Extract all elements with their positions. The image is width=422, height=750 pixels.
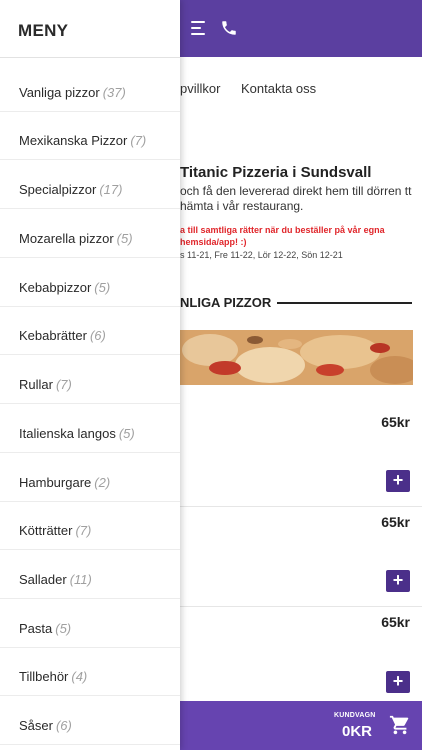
restaurant-title: Titanic Pizzeria i Sundsvall xyxy=(180,164,372,181)
menu-item-specialpizzor[interactable]: Specialpizzor (17) xyxy=(0,160,180,209)
add-to-cart-button[interactable]: + xyxy=(386,570,410,592)
menu-item-label: Kötträtter xyxy=(19,523,73,538)
menu-item-kottratter[interactable]: Kötträtter (7) xyxy=(0,501,180,550)
restaurant-description: och få den levererad direkt hem till dör… xyxy=(180,184,412,213)
menu-item-label: Rullar xyxy=(19,377,53,392)
menu-item-count: (5) xyxy=(118,426,135,441)
category-divider xyxy=(277,302,412,304)
menu-item-label: Italienska langos xyxy=(19,426,116,441)
menu-item-saser[interactable]: Såser (6) xyxy=(0,696,180,745)
drawer-header: MENY xyxy=(0,0,180,58)
menu-item-count: (4) xyxy=(71,669,88,684)
add-to-cart-button[interactable]: + xyxy=(386,470,410,492)
cart-total: 0KR xyxy=(342,723,373,740)
cart-label: KUNDVAGN xyxy=(334,712,376,719)
menu-item-label: Sallader xyxy=(19,572,67,587)
menu-item-label: Mexikanska Pizzor xyxy=(19,133,128,148)
menu-item-hamburgare[interactable]: Hamburgare (2) xyxy=(0,453,180,502)
menu-item-label: Pasta xyxy=(19,621,53,636)
menu-item-count: (37) xyxy=(102,85,126,100)
add-to-cart-button[interactable]: + xyxy=(386,671,410,693)
menu-item-label: Specialpizzor xyxy=(19,182,97,197)
menu-item-label: Vanliga pizzor xyxy=(19,85,100,100)
menu-item-label: Mozarella pizzor xyxy=(19,231,114,246)
menu-item-label: Kebabpizzor xyxy=(19,280,92,295)
drawer-title: MENY xyxy=(18,21,69,40)
menu-item-kebabratter[interactable]: Kebabrätter (6) xyxy=(0,306,180,355)
category-heading: NLIGA PIZZOR xyxy=(180,295,272,310)
menu-item-kebabpizzor[interactable]: Kebabpizzor (5) xyxy=(0,258,180,307)
menu-item-tillbehor[interactable]: Tillbehör (4) xyxy=(0,647,180,696)
menu-item-count: (5) xyxy=(94,280,111,295)
menu-item-label: Såser xyxy=(19,718,53,733)
pizza-image xyxy=(180,330,413,385)
product-divider xyxy=(180,506,422,507)
category-drawer: MENY Vanliga pizzor (37) Mexikanska Pizzo… xyxy=(0,0,180,750)
menu-item-label: Hamburgare xyxy=(19,475,92,490)
menu-item-count: (11) xyxy=(69,572,92,587)
menu-item-count: (7) xyxy=(55,377,72,392)
menu-item-pasta[interactable]: Pasta (5) xyxy=(0,599,180,648)
promo-text: a till samtliga rätter när du beställer … xyxy=(180,225,385,247)
menu-item-count: (7) xyxy=(130,133,147,148)
menu-item-count: (6) xyxy=(55,718,72,733)
menu-item-mexikanska-pizzor[interactable]: Mexikanska Pizzor (7) xyxy=(0,111,180,160)
menu-item-count: (6) xyxy=(89,328,106,343)
nav-terms-link[interactable]: pvillkor xyxy=(180,81,220,96)
menu-item-label: Tillbehör xyxy=(19,669,69,684)
menu-item-count: (2) xyxy=(94,475,111,490)
menu-item-count: (5) xyxy=(116,231,133,246)
cart-icon[interactable] xyxy=(388,714,412,736)
menu-item-count: (17) xyxy=(99,182,123,197)
menu-item-italienska-langos[interactable]: Italienska langos (5) xyxy=(0,404,180,453)
menu-item-label: Kebabrätter xyxy=(19,328,87,343)
menu-item-rullar[interactable]: Rullar (7) xyxy=(0,355,180,404)
menu-item-vanliga-pizzor[interactable]: Vanliga pizzor (37) xyxy=(0,63,180,112)
menu-item-count: (5) xyxy=(55,621,72,636)
opening-hours: s 11-21, Fre 11-22, Lör 12-22, Sön 12-21 xyxy=(180,250,343,260)
menu-item-mozarella-pizzor[interactable]: Mozarella pizzor (5) xyxy=(0,209,180,258)
menu-item-sallader[interactable]: Sallader (11) xyxy=(0,550,180,599)
product-price: 65kr xyxy=(381,514,410,530)
product-divider xyxy=(180,606,422,607)
menu-item-count: (7) xyxy=(75,523,92,538)
hamburger-icon[interactable] xyxy=(191,21,207,35)
product-price: 65kr xyxy=(381,614,410,630)
phone-icon[interactable] xyxy=(220,19,238,37)
nav-contact-link[interactable]: Kontakta oss xyxy=(241,81,316,96)
product-price: 65kr xyxy=(381,414,410,430)
